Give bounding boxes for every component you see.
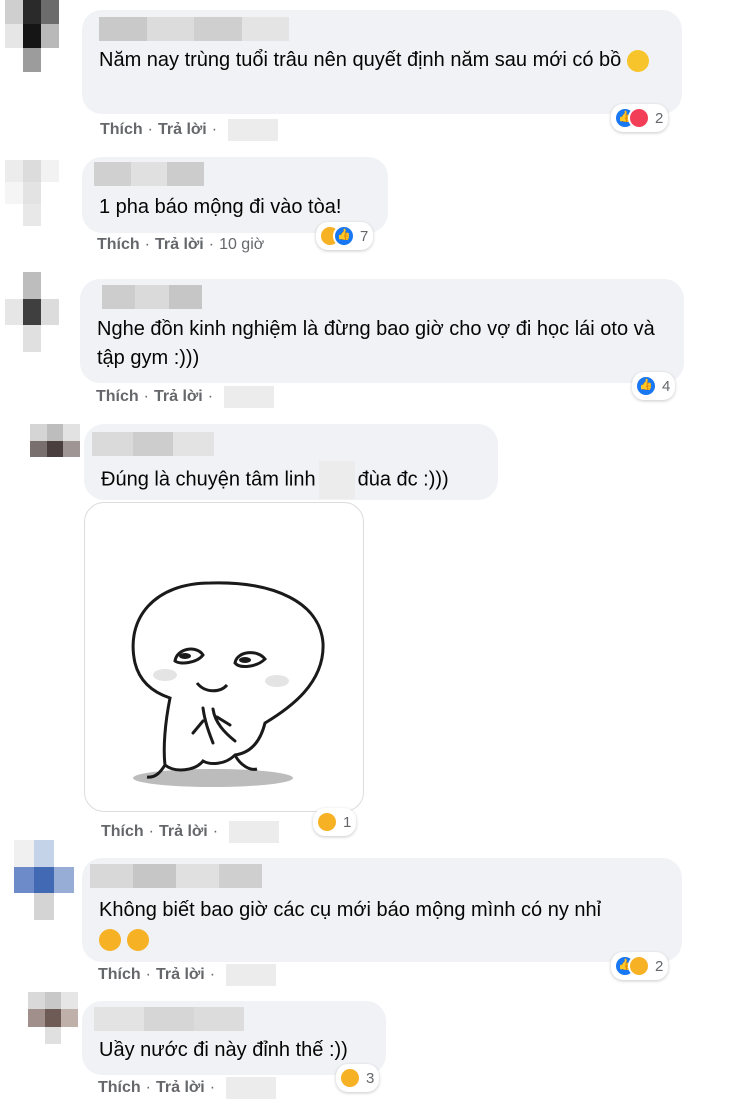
reply-button[interactable]: Trả lời [159, 823, 208, 841]
reaction-summary[interactable]: 3 [336, 1064, 380, 1092]
like-button[interactable]: Thích [96, 388, 139, 406]
author-name[interactable] [99, 17, 289, 41]
haha-icon [316, 811, 338, 833]
like-icon [333, 225, 355, 247]
comment-bubble: Nghe đồn kinh nghiệm là đừng bao giờ cho… [80, 279, 684, 383]
reaction-summary[interactable]: 7 [316, 222, 374, 250]
reply-button[interactable]: Trả lời [155, 236, 204, 254]
author-name[interactable] [92, 432, 215, 456]
reply-button[interactable]: Trả lời [156, 966, 205, 984]
reply-button[interactable]: Trả lời [154, 388, 203, 406]
avatar[interactable] [14, 840, 74, 920]
timestamp[interactable] [226, 964, 277, 986]
like-button[interactable]: Thích [98, 1079, 141, 1097]
timestamp[interactable] [224, 386, 275, 408]
reply-button[interactable]: Trả lời [156, 1079, 205, 1097]
comment-text: 1 pha báo mộng đi vào tòa! [99, 196, 342, 218]
avatar[interactable] [5, 272, 59, 352]
timestamp[interactable] [228, 119, 279, 141]
comment-bubble: Đúng là chuyện tâm linh đùa đc :))) [84, 424, 498, 500]
sticker-character-icon [131, 581, 325, 787]
avatar[interactable] [5, 0, 59, 72]
comment-bubble: Uầy nước đi này đỉnh thế :)) [82, 1001, 386, 1075]
blurred-word [318, 461, 355, 499]
like-button[interactable]: Thích [97, 236, 140, 254]
sad-icon [628, 955, 650, 977]
smile-emoji [626, 49, 649, 72]
reaction-summary[interactable]: 2 [611, 952, 669, 980]
author-name[interactable] [90, 864, 262, 888]
author-name[interactable] [102, 285, 202, 309]
timestamp[interactable] [229, 821, 280, 843]
comment-actions: Thích · Trả lời · 10 giờ [97, 236, 265, 254]
haha-icon [339, 1067, 361, 1089]
sticker-image[interactable] [84, 502, 364, 812]
reaction-summary[interactable]: 2 [611, 104, 669, 132]
comment-bubble: Năm nay trùng tuổi trâu nên quyết định n… [82, 10, 682, 114]
love-icon [628, 107, 650, 129]
pleading-emoji [126, 928, 149, 951]
reaction-summary[interactable]: 4 [632, 372, 676, 400]
like-icon [635, 375, 657, 397]
comment-text: Năm nay trùng tuổi trâu nên quyết định n… [99, 46, 668, 75]
comment-actions: Thích · Trả lời · [100, 119, 279, 141]
comment-text: Uầy nước đi này đỉnh thế :)) [99, 1039, 348, 1061]
avatar[interactable] [5, 160, 59, 226]
comment-text: Đúng là chuyện tâm linh đùa đc :))) [101, 461, 484, 499]
comment-actions: Thích · Trả lời · [98, 964, 277, 986]
comment-actions: Thích · Trả lời · [101, 821, 280, 843]
like-button[interactable]: Thích [100, 121, 143, 139]
author-name[interactable] [94, 162, 205, 186]
comment-text: Không biết bao giờ các cụ mới báo mộng m… [99, 896, 668, 954]
timestamp[interactable] [226, 1077, 277, 1099]
timestamp[interactable]: 10 giờ [219, 236, 264, 254]
reaction-summary[interactable]: 1 [313, 808, 357, 836]
comment-actions: Thích · Trả lời · [98, 1077, 277, 1099]
avatar[interactable] [28, 992, 78, 1044]
comment-actions: Thích · Trả lời · [96, 386, 275, 408]
reply-button[interactable]: Trả lời [158, 121, 207, 139]
like-button[interactable]: Thích [98, 966, 141, 984]
comment-text: Nghe đồn kinh nghiệm là đừng bao giờ cho… [97, 318, 655, 369]
author-name[interactable] [94, 1007, 244, 1031]
pleading-emoji [99, 928, 121, 951]
like-button[interactable]: Thích [101, 823, 144, 841]
comment-bubble: Không biết bao giờ các cụ mới báo mộng m… [82, 858, 682, 962]
avatar[interactable] [30, 424, 80, 474]
